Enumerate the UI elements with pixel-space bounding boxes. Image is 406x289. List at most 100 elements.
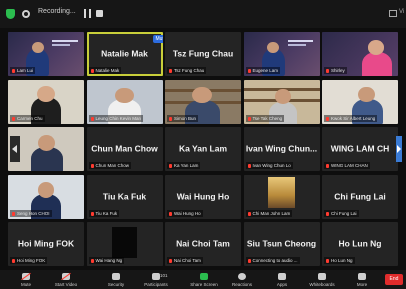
muted-mic-icon — [169, 259, 172, 264]
toolbar-whiteboards-button[interactable]: Whiteboards — [302, 270, 342, 289]
participant-name: Chi Fung Lai — [334, 191, 386, 202]
participant-name: Natalie Mak — [101, 48, 148, 59]
security-shield-icon[interactable] — [6, 9, 15, 19]
meeting-toolbar: End Mute Start Video Security 101 Participan… — [0, 270, 406, 289]
view-label[interactable]: Vi — [399, 9, 404, 15]
participant-tile[interactable]: Shirley — [322, 32, 398, 76]
participant-label-text: Chi Fung Lai — [331, 210, 357, 216]
toolbar-participants-button[interactable]: 101 Participants — [136, 270, 176, 289]
toolbar-share-screen-button[interactable]: Share Screen — [184, 270, 224, 289]
participant-tile[interactable]: Wai Hang Ng — [86, 222, 163, 267]
toolbar-label: Start Video — [54, 282, 78, 287]
toolbar-label: Participants — [144, 282, 168, 287]
participant-tile[interactable]: Seng Hon CHOI — [8, 174, 84, 219]
participant-label-text: Connecting to audio ... — [252, 258, 298, 264]
participant-label: Natalie Mak — [88, 67, 122, 74]
toolbar-label: Share Screen — [190, 282, 218, 287]
end-meeting-button[interactable]: End — [385, 274, 403, 285]
participant-tile[interactable]: Chi Fung Lai Chi Fung Lai — [322, 174, 398, 219]
muted-mic-icon — [326, 69, 329, 73]
muted-mic-icon — [90, 164, 94, 169]
whiteboard-icon — [318, 273, 326, 280]
muted-mic-icon — [247, 164, 251, 169]
participant-label: Hoi Ming FOK — [10, 257, 48, 265]
participant-label: Tsz Fung Chau — [167, 67, 207, 74]
muted-mic-icon — [326, 211, 329, 216]
stop-recording-icon[interactable] — [96, 10, 103, 17]
toolbar-start-video-button[interactable]: Start Video — [46, 270, 86, 289]
muted-mic-icon — [247, 116, 251, 121]
shield-icon — [112, 273, 120, 280]
view-grid-icon[interactable] — [389, 10, 397, 17]
participant-tile[interactable]: Ho Lun Ng Ho Lun Ng — [322, 222, 398, 267]
muted-mic-icon — [90, 69, 94, 73]
participant-label-text: Natalie Mak — [95, 68, 120, 73]
muted-mic-icon — [326, 259, 329, 264]
participant-label: Lam Lui — [10, 67, 36, 74]
participant-label: Chi Man John Lam — [245, 209, 293, 217]
participant-label: Ka Yan Lam — [167, 162, 201, 170]
participant-label: Simon Bun — [167, 114, 199, 122]
participant-label: Ivan Wing Chun Lo — [245, 162, 293, 170]
participant-tile[interactable]: Tsz Fung Chau Tsz Fung Chau — [165, 32, 241, 76]
participant-tile[interactable]: Ka Yan Lam Ka Yan Lam — [165, 127, 241, 172]
participant-tile[interactable]: Siu Tsun Cheong Connecting to audio ... — [243, 222, 320, 267]
participant-tile[interactable]: Tse Tak Cheng — [243, 79, 320, 124]
participant-tile[interactable]: Leung Chin Kevin Man — [86, 79, 163, 124]
participant-label: WING LAM CHAN — [324, 162, 370, 170]
participant-tile[interactable]: Lam Lui — [8, 32, 84, 76]
participant-label-text: Chi Man John Lam — [252, 210, 291, 216]
participant-tile[interactable]: Ivan Wing Chun... Ivan Wing Chun Lo — [243, 127, 320, 172]
toolbar-security-button[interactable]: Security — [96, 270, 136, 289]
toolbar-mute-button[interactable]: Mute — [6, 270, 46, 289]
toolbar-label: Mute — [20, 282, 31, 287]
participant-tile[interactable]: Carmen Chu — [8, 79, 84, 124]
toolbar-reactions-button[interactable]: Reactions — [222, 270, 262, 289]
participant-tile[interactable]: Wai Hung Ho Wai Hung Ho — [165, 174, 241, 219]
participant-label-text: Shirley — [331, 68, 345, 73]
participant-label-text: Tsz Fung Chau — [174, 68, 205, 73]
participant-tile[interactable]: Chi Man John Lam — [243, 174, 320, 219]
participant-label: Leung Chin Kevin Man — [88, 114, 144, 122]
meeting-top-bar: Recording... Vi — [0, 0, 406, 28]
muted-mic-icon — [90, 211, 94, 216]
participant-tile[interactable]: Eugene Lam — [243, 32, 320, 76]
toolbar-label: Whiteboards — [309, 282, 335, 287]
participant-label: Wai Hang Ng — [88, 257, 125, 265]
muted-mic-icon — [12, 259, 15, 264]
participant-tile[interactable]: WING LAM CH WING LAM CHAN — [322, 127, 398, 172]
participant-label: Shirley — [324, 67, 347, 74]
participant-count: 101 — [160, 273, 168, 278]
pause-recording-icon[interactable] — [84, 9, 91, 18]
participant-label-text: Eugene Lam — [252, 68, 279, 73]
participant-tile[interactable]: Kwok Sir Albert Leung — [322, 79, 398, 124]
muted-mic-icon — [247, 211, 251, 216]
next-page-button[interactable] — [396, 136, 402, 162]
muted-mic-icon — [169, 211, 172, 216]
participant-tile[interactable]: Tiu Ka Fuk Tiu Ka Fuk — [86, 174, 163, 219]
participant-tile[interactable]: Simon Bun — [165, 79, 241, 124]
participant-tile[interactable]: Hoi Ming FOK Hoi Ming FOK — [8, 222, 84, 267]
muted-mic-icon — [326, 116, 329, 121]
toolbar-more-button[interactable]: More — [342, 270, 382, 289]
participant-name: Chun Man Chow — [91, 143, 158, 154]
participant-label-text: Lam Lui — [17, 68, 34, 73]
participant-label-text: Leung Chin Kevin Man — [95, 115, 142, 121]
toolbar-apps-button[interactable]: Apps — [262, 270, 302, 289]
participant-name: Hoi Ming FOK — [17, 238, 75, 249]
participant-tile[interactable]: Chun Man Chow Chun Man Chow — [86, 127, 163, 172]
participant-label-text: Chun Man Chow — [95, 163, 130, 169]
participant-label: Eugene Lam — [245, 67, 281, 74]
participant-label-text: WING LAM CHAN — [331, 163, 368, 169]
participant-label: Kwok Sir Albert Leung — [324, 114, 378, 122]
participant-tile[interactable]: Natalie Mak Mute Natalie Mak — [86, 32, 163, 76]
participant-label: Connecting to audio ... — [245, 257, 300, 265]
participant-name: Tiu Ka Fuk — [102, 191, 147, 202]
chevron-left-icon — [12, 145, 17, 153]
previous-page-button[interactable] — [10, 136, 20, 162]
participant-tile[interactable]: Nai Choi Tam Nai Choi Tam — [165, 222, 241, 267]
mute-participant-button[interactable]: Mute — [152, 35, 163, 43]
participant-label: Carmen Chu — [10, 114, 45, 122]
participant-name: Tsz Fung Chau — [172, 48, 234, 59]
participant-label-text: Wai Hang Ng — [95, 258, 123, 264]
